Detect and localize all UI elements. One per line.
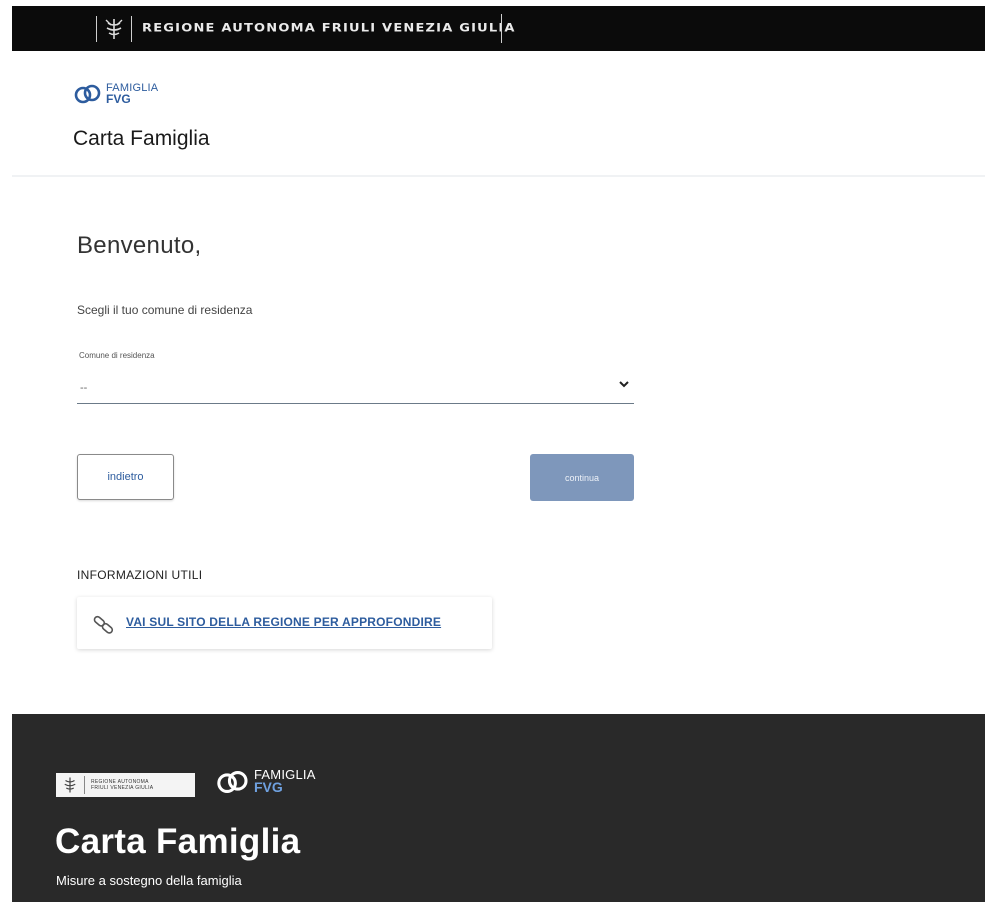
- comune-select[interactable]: --: [77, 370, 634, 404]
- useful-info-heading: INFORMAZIONI UTILI: [77, 568, 203, 582]
- app-title: Carta Famiglia: [73, 127, 210, 150]
- region-crest-icon: [96, 15, 132, 42]
- footer-region-line2: FRIULI VENEZIA GIULIA: [91, 785, 154, 791]
- footer-logo-fvg-text: FVG: [254, 779, 283, 795]
- app-header: [0, 51, 985, 175]
- instruction-text: Scegli il tuo comune di residenza: [77, 303, 253, 317]
- region-site-link[interactable]: VAI SUL SITO DELLA REGIONE PER APPROFOND…: [126, 615, 441, 629]
- back-button[interactable]: indietro: [77, 454, 174, 500]
- region-link-card[interactable]: VAI SUL SITO DELLA REGIONE PER APPROFOND…: [77, 597, 492, 649]
- comune-select-value: --: [80, 382, 88, 394]
- region-crest-icon: [61, 776, 85, 794]
- comune-field-label: Comune di residenza: [79, 351, 155, 360]
- logo-fvg-text: FVG: [106, 92, 131, 106]
- header-divider: [12, 175, 985, 177]
- welcome-heading: Benvenuto,: [77, 232, 202, 259]
- continue-button[interactable]: continua: [530, 454, 634, 501]
- link-icon: [91, 614, 117, 641]
- famiglia-infinity-icon: [73, 83, 103, 110]
- page-footer: REGIONE AUTONOMA FRIULI VENEZIA GIULIA F…: [12, 714, 985, 902]
- region-name: REGIONE AUTONOMA FRIULI VENEZIA GIULIA: [142, 21, 516, 36]
- footer-title: Carta Famiglia: [55, 822, 301, 861]
- chevron-down-icon: [618, 377, 630, 395]
- region-topbar: REGIONE AUTONOMA FRIULI VENEZIA GIULIA: [12, 6, 985, 51]
- famiglia-infinity-icon: [215, 769, 251, 800]
- footer-subtitle: Misure a sostegno della famiglia: [56, 873, 242, 888]
- famiglia-fvg-logo[interactable]: FAMIGLIA FVG: [73, 83, 158, 110]
- region-logo[interactable]: REGIONE AUTONOMA FRIULI VENEZIA GIULIA: [96, 13, 516, 44]
- topbar-divider: [501, 14, 502, 43]
- footer-famiglia-logo[interactable]: FAMIGLIA FVG: [215, 768, 316, 800]
- footer-region-logo[interactable]: REGIONE AUTONOMA FRIULI VENEZIA GIULIA: [56, 773, 195, 797]
